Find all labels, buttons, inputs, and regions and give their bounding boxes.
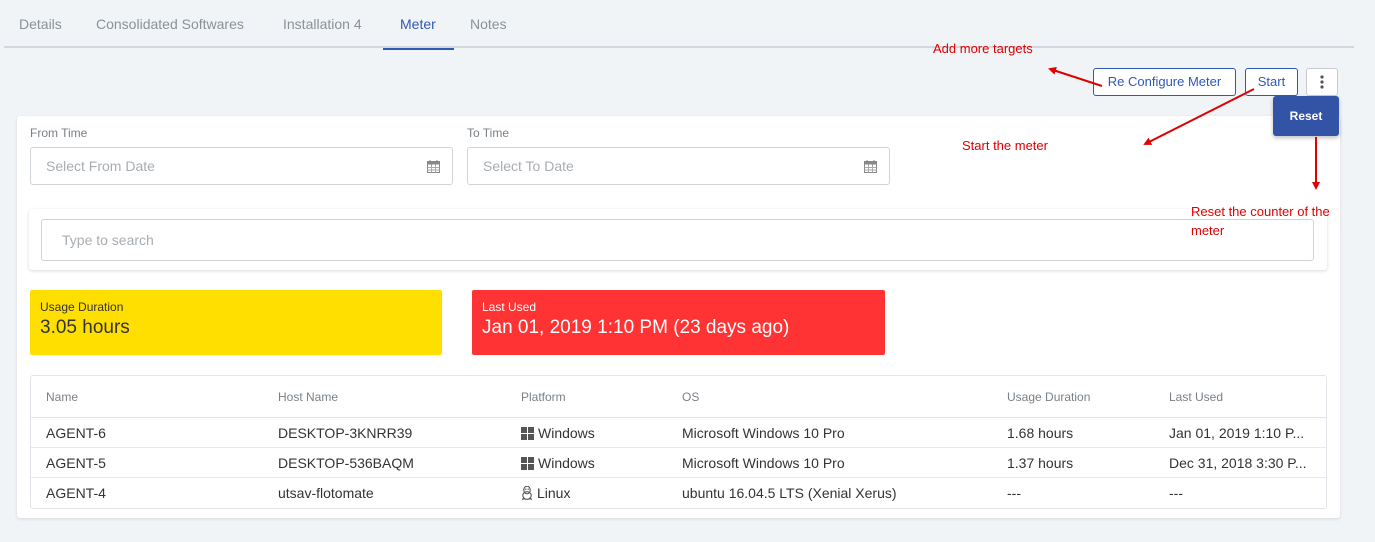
column-header-name[interactable]: Name [46, 376, 78, 418]
usage-duration-value: 3.05 hours [40, 317, 130, 338]
table-header: Name Host Name Platform OS Usage Duratio… [31, 376, 1326, 418]
tab-consolidated-softwares[interactable]: Consolidated Softwares [96, 0, 244, 48]
cell-host-name: utsav-flotomate [278, 485, 374, 501]
windows-icon [521, 427, 534, 440]
cell-os: Microsoft Windows 10 Pro [682, 425, 845, 441]
vertical-ellipsis-icon [1320, 75, 1324, 89]
calendar-icon[interactable] [864, 160, 877, 173]
cell-host-name: DESKTOP-3KNRR39 [278, 425, 413, 441]
cell-name: AGENT-4 [46, 485, 106, 501]
cell-platform: Windows [521, 418, 595, 448]
cell-last-used: Dec 31, 2018 3:30 P... [1169, 455, 1307, 471]
to-date-input[interactable]: Select To Date [467, 147, 890, 185]
reconfigure-meter-button[interactable]: Re Configure Meter [1093, 68, 1236, 96]
to-time-label: To Time [467, 126, 510, 140]
cell-name: AGENT-5 [46, 455, 106, 471]
to-date-placeholder: Select To Date [483, 158, 574, 174]
last-used-card: Last Used Jan 01, 2019 1:10 PM (23 days … [472, 290, 885, 355]
cell-name: AGENT-6 [46, 425, 106, 441]
cell-usage-duration: --- [1007, 485, 1021, 501]
cell-os: Microsoft Windows 10 Pro [682, 455, 845, 471]
platform-label: Windows [538, 455, 595, 471]
column-header-last-used[interactable]: Last Used [1169, 376, 1223, 418]
column-header-platform[interactable]: Platform [521, 376, 566, 418]
column-header-os[interactable]: OS [682, 376, 699, 418]
annotation-reset-line-2: meter [1191, 223, 1225, 238]
last-used-value: Jan 01, 2019 1:10 PM (23 days ago) [482, 317, 790, 338]
search-card: Type to search [29, 209, 1327, 270]
column-header-host-name[interactable]: Host Name [278, 376, 338, 418]
cell-last-used: --- [1169, 485, 1183, 501]
column-header-usage-duration[interactable]: Usage Duration [1007, 376, 1090, 418]
from-date-placeholder: Select From Date [46, 158, 155, 174]
tab-notes[interactable]: Notes [470, 0, 507, 48]
annotation-add-targets: Add more targets [933, 41, 1033, 56]
meter-panel: From Time Select From Date To Time Selec… [17, 116, 1340, 518]
tab-meter[interactable]: Meter [383, 0, 454, 50]
tab-installation[interactable]: Installation 4 [283, 0, 362, 48]
calendar-icon[interactable] [427, 160, 440, 173]
cell-usage-duration: 1.37 hours [1007, 455, 1074, 471]
table-row[interactable]: AGENT-6 DESKTOP-3KNRR39 Windows Microsof… [31, 418, 1326, 448]
linux-icon [521, 486, 533, 500]
start-button[interactable]: Start [1245, 68, 1298, 96]
cell-platform: Linux [521, 478, 570, 508]
annotation-reset-line-1: Reset the counter of the [1191, 204, 1330, 219]
last-used-label: Last Used [482, 300, 537, 314]
cell-os: ubuntu 16.04.5 LTS (Xenial Xerus) [682, 485, 897, 501]
search-input[interactable]: Type to search [41, 219, 1314, 261]
tab-bar: Details Consolidated Softwares Installat… [4, 0, 1354, 50]
usage-duration-card: Usage Duration 3.05 hours [30, 290, 442, 355]
from-time-label: From Time [30, 126, 88, 140]
usage-duration-label: Usage Duration [40, 300, 124, 314]
annotation-start-meter: Start the meter [962, 138, 1048, 153]
more-options-button[interactable] [1306, 68, 1338, 96]
search-placeholder: Type to search [62, 232, 154, 248]
reset-menu-item[interactable]: Reset [1273, 96, 1339, 136]
platform-label: Linux [537, 485, 571, 501]
tab-details[interactable]: Details [19, 0, 62, 48]
cell-usage-duration: 1.68 hours [1007, 425, 1074, 441]
platform-label: Windows [538, 425, 595, 441]
windows-icon [521, 457, 534, 470]
annotation-reset-counter: Reset the counter of the meter [1191, 202, 1330, 240]
cell-last-used: Jan 01, 2019 1:10 P... [1169, 425, 1305, 441]
table-row[interactable]: AGENT-4 utsav-flotomate Linux ubuntu 16.… [31, 478, 1326, 508]
cell-platform: Windows [521, 448, 595, 478]
agents-table: Name Host Name Platform OS Usage Duratio… [30, 375, 1327, 509]
table-row[interactable]: AGENT-5 DESKTOP-536BAQM Windows Microsof… [31, 448, 1326, 478]
cell-host-name: DESKTOP-536BAQM [278, 455, 414, 471]
from-date-input[interactable]: Select From Date [30, 147, 453, 185]
